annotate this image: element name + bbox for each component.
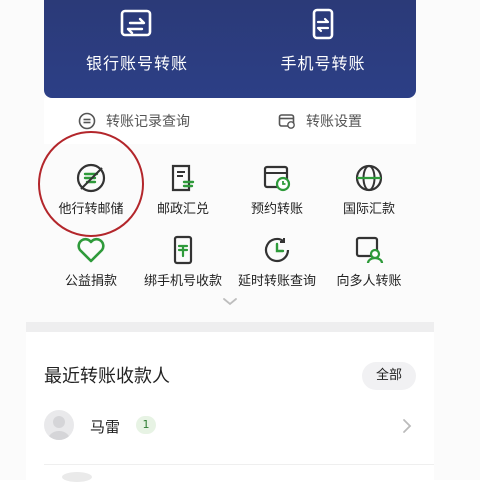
multi-person-transfer-label: 向多人转账 <box>336 274 402 289</box>
bank-card-transfer-icon <box>120 9 152 37</box>
phone-number-transfer-button[interactable]: 手机号转账 <box>230 0 416 98</box>
partial-avatar <box>62 472 92 482</box>
highlight-circle-annotation <box>38 131 144 237</box>
view-all-button[interactable]: 全部 <box>362 362 416 390</box>
international-remittance-button[interactable]: 国际汇款 <box>314 150 424 220</box>
globe-icon <box>355 164 383 192</box>
chevron-right-icon <box>403 419 412 433</box>
transfer-records-label: 转账记录查询 <box>106 114 190 130</box>
recent-payees-title: 最近转账收款人 <box>44 366 170 387</box>
scheduled-transfer-icon <box>263 165 291 192</box>
recent-payees-section: 最近转账收款人 全部 马雷 1 <box>26 332 434 482</box>
phone-bind-icon <box>173 235 193 265</box>
bank-account-transfer-label: 银行账号转账 <box>85 54 188 73</box>
settings-card-icon <box>278 114 295 129</box>
transfer-screen: 银行账号转账 手机号转账 转账记录查询 转账设置 他行转邮储 邮政汇兑 预约转账… <box>0 0 480 482</box>
bank-account-transfer-button[interactable]: 银行账号转账 <box>44 0 230 98</box>
charity-heart-icon <box>77 237 105 263</box>
expand-chevron-down-icon[interactable] <box>222 297 238 307</box>
transfer-settings-label: 转账设置 <box>306 114 362 130</box>
record-list-icon <box>78 112 96 130</box>
postal-remit-icon <box>171 164 195 192</box>
user-avatar-icon <box>48 416 70 440</box>
list-item[interactable]: 马雷 1 <box>26 406 434 454</box>
phone-transfer-icon <box>312 8 334 40</box>
payee-count-badge: 1 <box>136 416 156 434</box>
payee-name: 马雷 <box>90 418 121 436</box>
section-divider <box>26 322 434 332</box>
phone-number-transfer-label: 手机号转账 <box>280 54 366 73</box>
international-remittance-label: 国际汇款 <box>342 202 395 217</box>
delay-clock-icon <box>264 237 290 263</box>
multi-transfer-icon <box>355 236 384 264</box>
list-divider <box>44 464 434 465</box>
transfer-settings-link[interactable]: 转账设置 <box>278 98 362 144</box>
avatar <box>44 410 74 440</box>
multi-person-transfer-button[interactable]: 向多人转账 <box>314 222 424 292</box>
transfer-top-card: 银行账号转账 手机号转账 <box>44 0 416 98</box>
